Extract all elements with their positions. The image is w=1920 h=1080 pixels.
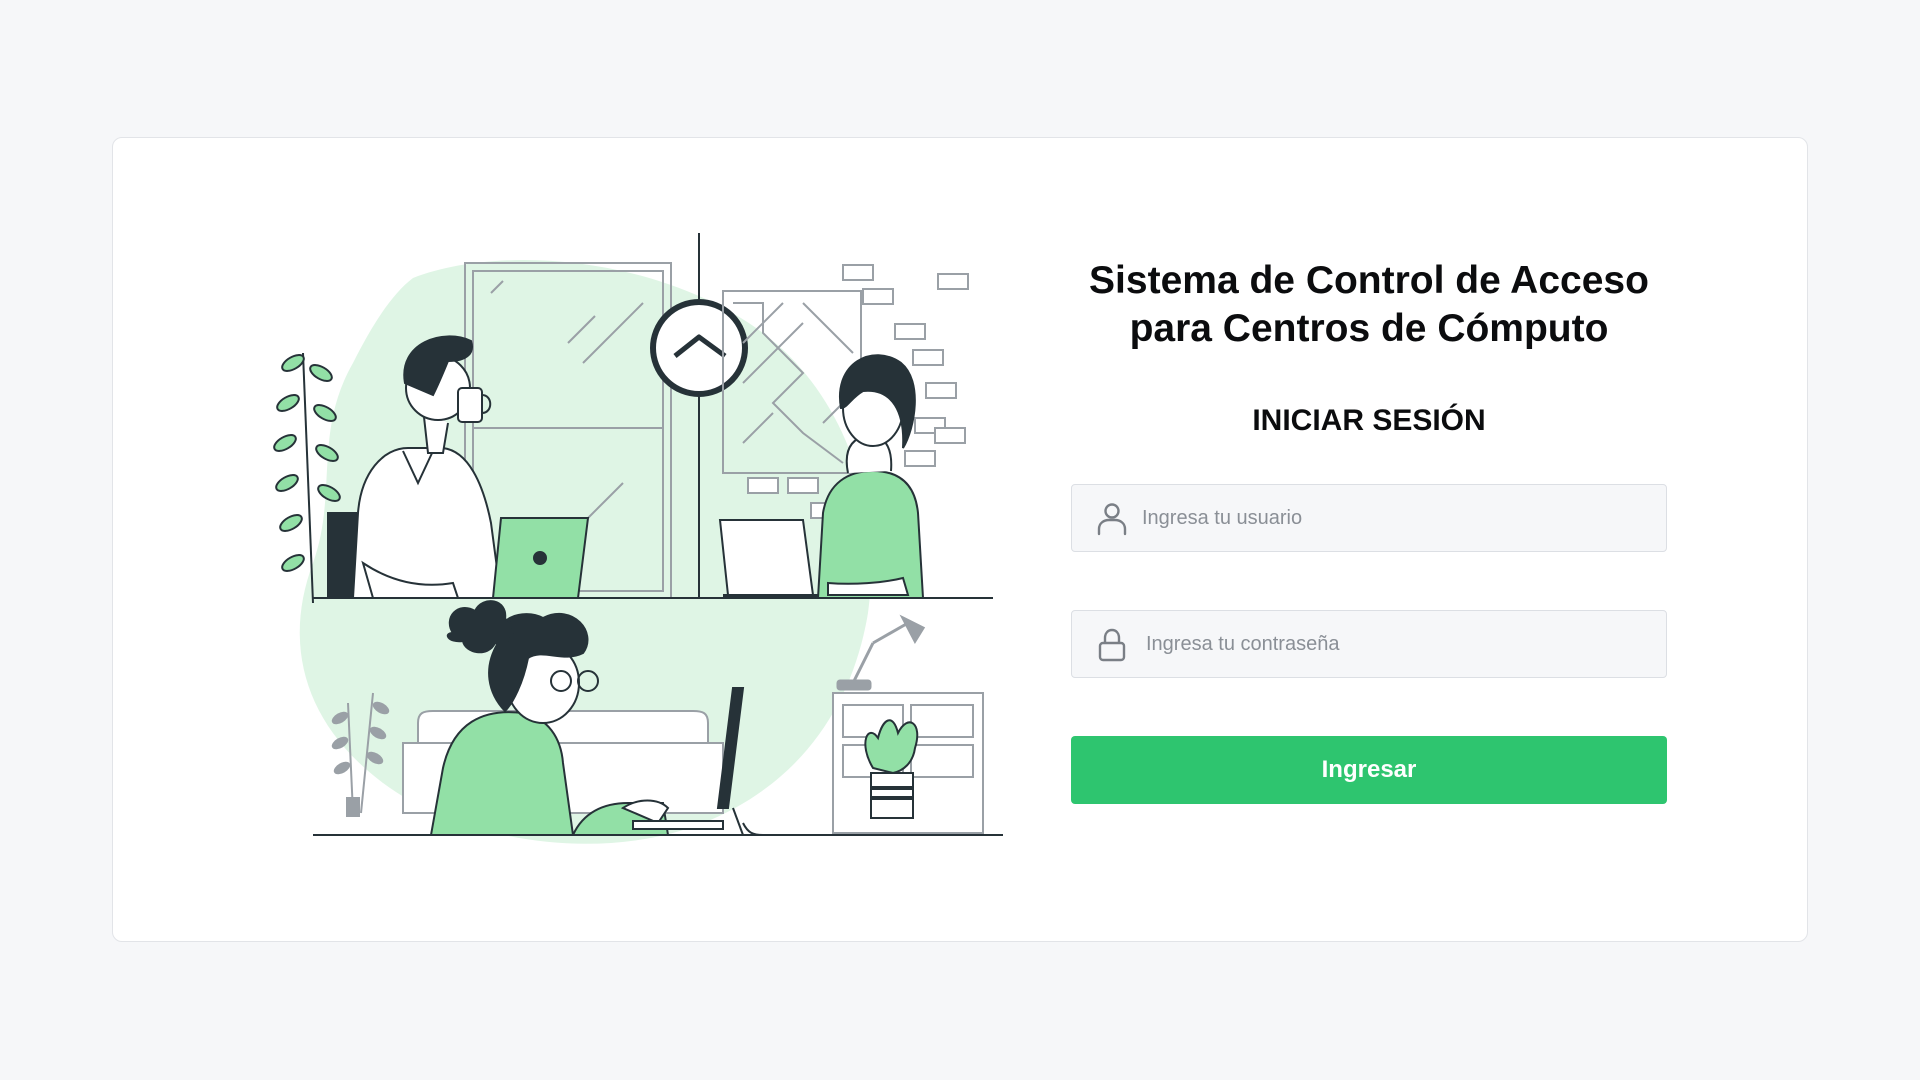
clock-icon [650, 299, 748, 397]
username-input[interactable] [1142, 485, 1642, 551]
login-panel: Sistema de Control de Acceso para Centro… [1071, 138, 1667, 941]
login-button[interactable]: Ingresar [1071, 736, 1667, 804]
lock-icon [1096, 628, 1128, 662]
password-input[interactable] [1146, 611, 1646, 677]
password-field [1071, 610, 1667, 678]
laptop-green [491, 517, 590, 599]
office-workers-illustration [243, 223, 1023, 863]
user-icon [1096, 502, 1128, 536]
login-card: Sistema de Control de Acceso para Centro… [112, 137, 1808, 942]
title-line-2: para Centros de Cómputo [1129, 307, 1609, 350]
page-title: Sistema de Control de Acceso para Centro… [1031, 257, 1707, 353]
title-line-1: Sistema de Control de Acceso [1089, 259, 1649, 302]
username-field [1071, 484, 1667, 552]
login-heading: INICIAR SESIÓN [1252, 404, 1486, 437]
